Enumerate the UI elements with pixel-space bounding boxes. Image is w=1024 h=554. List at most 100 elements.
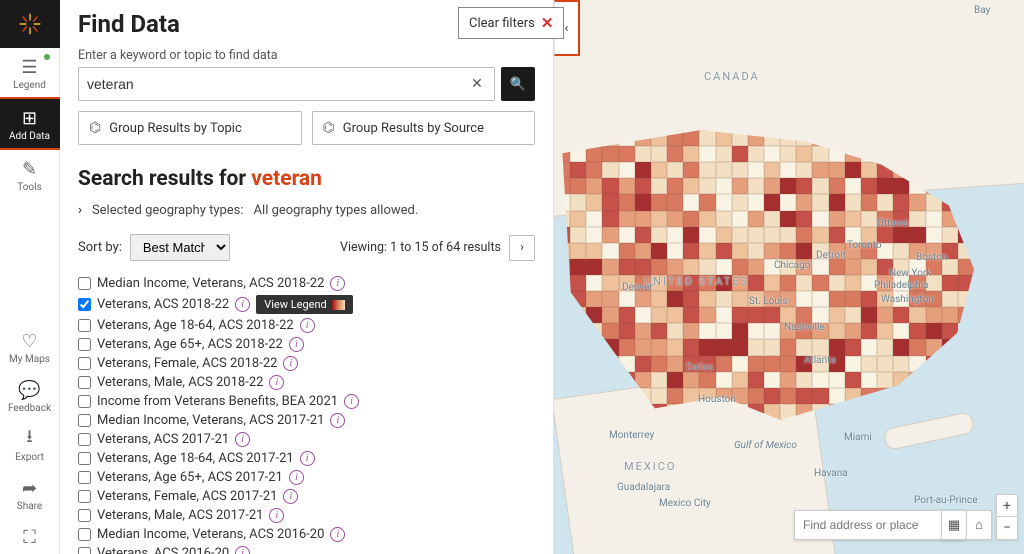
hierarchy-icon: ⌬ [89, 120, 101, 136]
zoom-out-button[interactable]: − [997, 517, 1017, 539]
map-search-box[interactable]: 🔍 [794, 510, 964, 540]
info-icon[interactable]: i [269, 508, 284, 523]
app-logo[interactable] [0, 0, 60, 48]
result-checkbox[interactable] [78, 376, 91, 389]
result-item: Veterans, Age 65+, ACS 2018-22 i [78, 336, 535, 353]
clear-filters-button[interactable]: Clear filters ✕ [458, 7, 564, 39]
rail-add-data[interactable]: ⊞ Add Data [0, 97, 60, 150]
sort-label: Sort by: [78, 240, 122, 255]
geo-label: Selected geography types: [92, 203, 244, 218]
geography-filter-row[interactable]: › Selected geography types: All geograph… [78, 203, 535, 218]
info-icon[interactable]: i [300, 451, 315, 466]
rail-tools[interactable]: ✎ Tools [0, 150, 60, 199]
group-by-topic-button[interactable]: ⌬ Group Results by Topic [78, 111, 302, 145]
result-checkbox[interactable] [78, 547, 91, 554]
group-by-source-button[interactable]: ⌬ Group Results by Source [312, 111, 536, 145]
result-checkbox[interactable] [78, 490, 91, 503]
basemap-button[interactable]: ▦ [941, 510, 967, 540]
info-icon[interactable]: i [330, 527, 345, 542]
next-page-button[interactable]: › [509, 235, 535, 261]
sort-select[interactable]: Best Match [130, 234, 230, 261]
zoom-control: + − [996, 494, 1018, 540]
map-canvas[interactable]: CANADA UNITED STATES MEXICO Bay Ottawa T… [554, 0, 1024, 554]
info-icon[interactable]: i [289, 337, 304, 352]
legend-swatch-icon [331, 300, 345, 310]
zoom-in-button[interactable]: + [997, 495, 1017, 517]
info-icon[interactable]: i [283, 356, 298, 371]
result-label[interactable]: Veterans, ACS 2018-22 [97, 297, 229, 312]
legend-icon: ☰ [19, 56, 41, 78]
add-data-icon: ⊞ [19, 107, 41, 129]
info-icon[interactable]: i [330, 276, 345, 291]
result-label[interactable]: Median Income, Veterans, ACS 2017-21 [97, 413, 324, 428]
result-item: Veterans, Male, ACS 2018-22 i [78, 374, 535, 391]
clear-input-icon[interactable]: ✕ [468, 76, 486, 92]
result-item: Veterans, Age 18-64, ACS 2018-22 i [78, 317, 535, 334]
info-icon[interactable]: i [235, 546, 250, 554]
info-icon[interactable]: i [289, 470, 304, 485]
info-icon[interactable]: i [283, 489, 298, 504]
rail-legend[interactable]: ☰ Legend [0, 48, 60, 97]
result-checkbox[interactable] [78, 414, 91, 427]
result-label[interactable]: Veterans, Age 18-64, ACS 2017-21 [97, 451, 294, 466]
result-checkbox[interactable] [78, 509, 91, 522]
map-label: Port-au-Prince [914, 495, 978, 506]
result-label[interactable]: Veterans, Age 65+, ACS 2017-21 [97, 470, 283, 485]
result-checkbox[interactable] [78, 298, 91, 311]
result-item: Veterans, ACS 2016-20 i [78, 545, 535, 554]
rail-share[interactable]: ➦ Share [0, 469, 60, 518]
result-checkbox[interactable] [78, 452, 91, 465]
info-icon[interactable]: i [269, 375, 284, 390]
results-heading: Search results for veteran [78, 167, 535, 191]
tools-icon: ✎ [19, 158, 41, 180]
result-checkbox[interactable] [78, 338, 91, 351]
view-legend-label: View Legend [264, 298, 327, 311]
result-label[interactable]: Veterans, Female, ACS 2018-22 [97, 356, 277, 371]
info-icon[interactable]: i [300, 318, 315, 333]
result-checkbox[interactable] [78, 395, 91, 408]
search-box[interactable]: ✕ [78, 67, 495, 101]
result-label[interactable]: Veterans, Age 65+, ACS 2018-22 [97, 337, 283, 352]
rail-fullscreen[interactable]: ⛶ [0, 518, 60, 554]
search-button[interactable]: 🔍 [501, 67, 535, 101]
info-icon[interactable]: i [235, 432, 250, 447]
result-label[interactable]: Median Income, Veterans, ACS 2018-22 [97, 276, 324, 291]
result-label[interactable]: Veterans, ACS 2017-21 [97, 432, 229, 447]
rail-export[interactable]: ⭳ Export [0, 420, 60, 469]
info-icon[interactable]: i [330, 413, 345, 428]
rail-label: Feedback [8, 403, 51, 414]
search-input[interactable] [87, 76, 468, 92]
result-checkbox[interactable] [78, 277, 91, 290]
result-item: Veterans, ACS 2018-22 i View Legend [78, 294, 535, 315]
view-legend-button[interactable]: View Legend [256, 295, 353, 314]
result-label[interactable]: Veterans, ACS 2016-20 [97, 546, 229, 554]
info-icon[interactable]: i [344, 394, 359, 409]
rail-label: Add Data [9, 131, 50, 142]
result-label[interactable]: Median Income, Veterans, ACS 2016-20 [97, 527, 324, 542]
result-label[interactable]: Veterans, Age 18-64, ACS 2018-22 [97, 318, 294, 333]
result-label[interactable]: Veterans, Male, ACS 2017-21 [97, 508, 263, 523]
result-checkbox[interactable] [78, 433, 91, 446]
grid-icon: ▦ [948, 518, 960, 533]
chevron-left-icon: ‹ [565, 21, 569, 36]
result-item: Median Income, Veterans, ACS 2018-22 i [78, 275, 535, 292]
info-icon[interactable]: i [235, 297, 250, 312]
group-label: Group Results by Topic [109, 121, 242, 136]
map-label: Miami [844, 432, 872, 443]
result-label[interactable]: Veterans, Male, ACS 2018-22 [97, 375, 263, 390]
result-checkbox[interactable] [78, 319, 91, 332]
result-item: Veterans, Male, ACS 2017-21 i [78, 507, 535, 524]
result-label[interactable]: Income from Veterans Benefits, BEA 2021 [97, 394, 338, 409]
result-checkbox[interactable] [78, 528, 91, 541]
result-label[interactable]: Veterans, Female, ACS 2017-21 [97, 489, 277, 504]
result-checkbox[interactable] [78, 357, 91, 370]
home-extent-button[interactable]: ⌂ [966, 510, 992, 540]
rail-feedback[interactable]: 💬 Feedback [0, 371, 60, 420]
fullscreen-icon: ⛶ [19, 526, 41, 548]
result-item: Median Income, Veterans, ACS 2016-20 i [78, 526, 535, 543]
rail-my-maps[interactable]: ♡ My Maps [0, 322, 60, 371]
rail-label: Export [15, 452, 44, 463]
result-checkbox[interactable] [78, 471, 91, 484]
rail-label: Share [17, 501, 42, 512]
home-icon: ⌂ [975, 517, 983, 533]
